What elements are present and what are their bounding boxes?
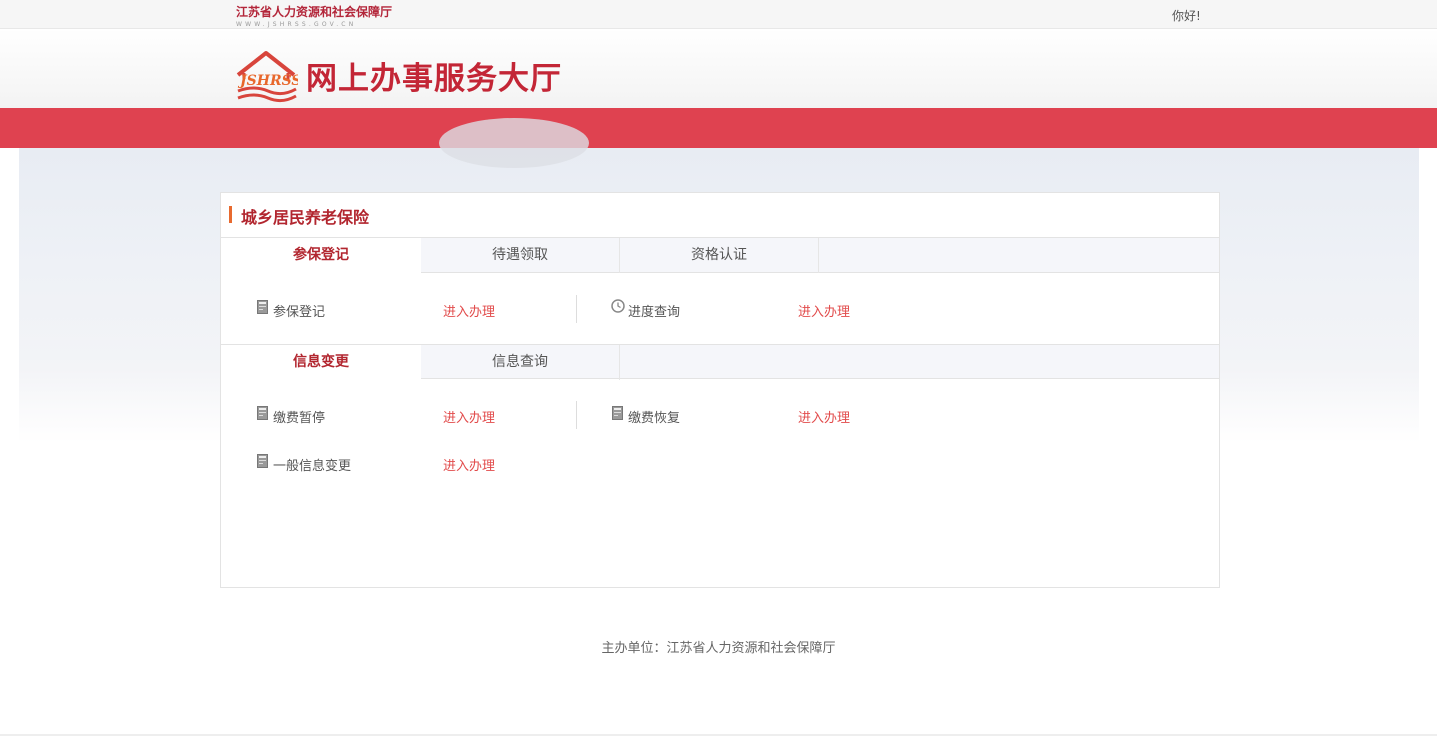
section-registration-items: 参保登记 进入办理 进度查询 进入办理 <box>221 273 1219 344</box>
enter-link-registration[interactable]: 进入办理 <box>443 301 495 320</box>
tab-divider <box>619 345 620 380</box>
logo-text: JSHRSS <box>237 73 298 89</box>
tab-registration[interactable]: 参保登记 <box>221 238 421 274</box>
footer-sponsor: 主办单位：江苏省人力资源和社会保障厅 <box>601 641 836 656</box>
service-panel: 城乡居民养老保险 参保登记 待遇领取 资格认证 参保登记 进入办理 进度查询 进… <box>220 192 1220 588</box>
tab-divider <box>818 238 819 273</box>
tab-benefit-claim[interactable]: 待遇领取 <box>421 238 619 273</box>
top-logo-chinese: 江苏省人力资源和社会保障厅 <box>236 5 393 19</box>
title-accent-bar <box>229 206 232 223</box>
item-divider <box>576 401 577 429</box>
site-header: JSHRSS 网上办事服务大厅 <box>0 29 1437 108</box>
user-greeting: 你好! <box>1172 9 1201 23</box>
item-label-payment-resume: 缴费恢复 <box>628 411 681 426</box>
panel-header: 城乡居民养老保险 <box>221 193 1219 238</box>
top-bar: 江苏省人力资源和社会保障厅 WWW.JSHRSS.GOV.CN 你好! <box>0 0 1437 29</box>
form-icon <box>257 406 268 420</box>
house-logo-icon[interactable]: JSHRSS <box>234 49 298 103</box>
tab-info-change[interactable]: 信息变更 <box>221 345 421 381</box>
enter-link-payment-suspend[interactable]: 进入办理 <box>443 407 495 426</box>
enter-link-progress-query[interactable]: 进入办理 <box>798 301 850 320</box>
item-label-general-info-change: 一般信息变更 <box>273 459 352 474</box>
tab-qualification[interactable]: 资格认证 <box>620 238 818 273</box>
enter-link-payment-resume[interactable]: 进入办理 <box>798 407 850 426</box>
form-icon <box>257 300 268 314</box>
item-divider <box>576 295 577 323</box>
hrss-top-logo[interactable]: 江苏省人力资源和社会保障厅 WWW.JSHRSS.GOV.CN <box>236 3 392 28</box>
panel-title: 城乡居民养老保险 <box>241 208 370 227</box>
top-logo-url: WWW.JSHRSS.GOV.CN <box>236 21 357 28</box>
site-title: 网上办事服务大厅 <box>306 61 562 97</box>
tabbar-info-change: 信息变更 信息查询 <box>221 344 1219 381</box>
item-label-payment-suspend: 缴费暂停 <box>273 411 326 426</box>
form-icon <box>612 406 623 420</box>
form-icon <box>257 454 268 468</box>
tabbar-registration: 参保登记 待遇领取 资格认证 <box>221 238 1219 274</box>
tab-info-query[interactable]: 信息查询 <box>421 345 619 380</box>
enter-link-general-info-change[interactable]: 进入办理 <box>443 455 495 474</box>
item-label-registration: 参保登记 <box>273 305 326 320</box>
nav-bar <box>0 108 1437 148</box>
item-label-progress-query: 进度查询 <box>628 305 681 320</box>
clock-icon <box>611 299 625 313</box>
hero-decoration <box>439 118 589 168</box>
section-info-change-items: 缴费暂停 进入办理 缴费恢复 进入办理 一般信息变更 进入办理 <box>221 379 1219 584</box>
